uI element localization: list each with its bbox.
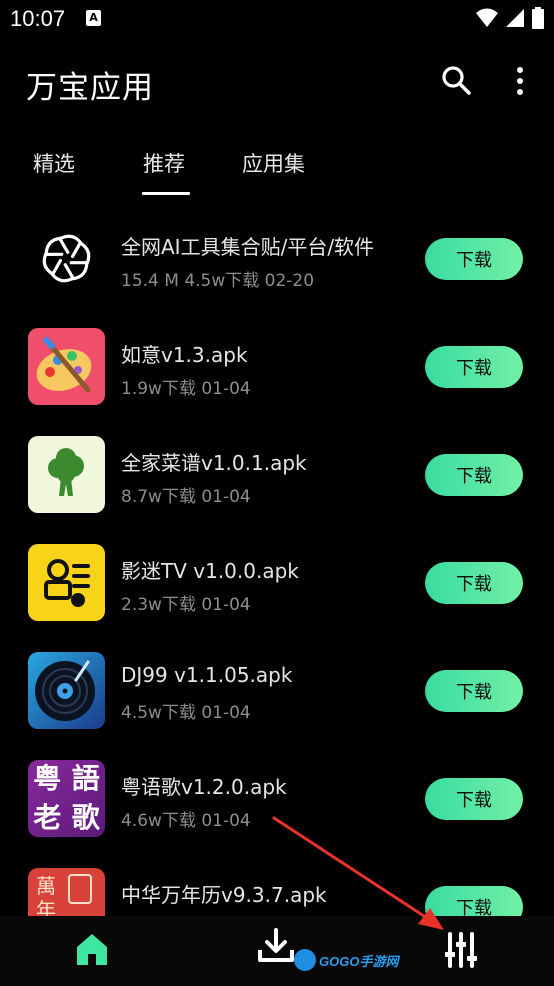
tab-app-collections[interactable]: 应用集 (242, 148, 305, 178)
download-button[interactable]: 下载 (425, 562, 523, 604)
download-button[interactable]: 下载 (425, 670, 523, 712)
app-meta: 8.7w下载 01-04 (121, 487, 251, 507)
chinese-calendar-icon: 萬年 (28, 868, 105, 916)
list-item[interactable]: 全家菜谱v1.0.1.apk 8.7w下载 01-04 下载 (0, 416, 554, 524)
icon-text: 萬年 (36, 874, 56, 916)
bottom-nav: GOGO手游网 (0, 916, 554, 986)
app-meta: 4.6w下载 01-04 (121, 811, 251, 831)
category-tabs: 精选 推荐 应用集 (0, 130, 554, 196)
watermark: GOGO手游网 (294, 949, 398, 971)
cantonese-songs-logo-icon: 粤 語 老 歌 (28, 760, 105, 837)
gogo-logo-icon (294, 949, 316, 971)
battery-icon (532, 7, 544, 29)
icon-char: 歌 (71, 800, 100, 834)
list-item[interactable]: 影迷TV v1.0.0.apk 2.3w下载 01-04 下载 (0, 524, 554, 632)
list-item[interactable]: 全网AI工具集合贴/平台/软件 15.4 M 4.5w下载 02-20 下载 (0, 200, 554, 308)
broccoli-icon (28, 436, 105, 513)
app-meta: 1.9w下载 01-04 (121, 379, 251, 399)
tab-indicator (142, 192, 190, 195)
tab-recommended[interactable]: 推荐 (143, 148, 185, 178)
download-icon[interactable] (258, 928, 294, 964)
yingmi-tv-logo-icon (28, 544, 105, 621)
app-name: 影迷TV v1.0.0.apk (121, 559, 299, 583)
list-item[interactable]: DJ99 v1.1.05.apk 4.5w下载 01-04 下载 (0, 632, 554, 740)
app-meta: 15.4 M 4.5w下载 02-20 (121, 271, 315, 291)
download-button[interactable]: 下载 (425, 346, 523, 388)
icon-char: 粤 (33, 762, 62, 795)
icon-char: 語 (71, 762, 100, 795)
app-name: 全家菜谱v1.0.1.apk (121, 451, 307, 475)
openai-logo-icon (28, 220, 105, 297)
wifi-icon (476, 8, 498, 27)
download-button[interactable]: 下载 (425, 886, 523, 916)
signal-icon (506, 9, 524, 27)
status-time: 10:07 (10, 6, 66, 31)
more-vertical-icon[interactable] (508, 66, 532, 96)
download-button[interactable]: 下载 (425, 454, 523, 496)
download-button[interactable]: 下载 (425, 238, 523, 280)
paint-palette-icon (28, 328, 105, 405)
system-status-icons (476, 7, 544, 29)
app-meta: 2.3w下载 01-04 (121, 595, 251, 615)
status-bar: 10:07 A (0, 0, 554, 38)
list-item[interactable]: 萬年 中华万年历v9.3.7.apk 下载 (0, 848, 554, 916)
download-button[interactable]: 下载 (425, 778, 523, 820)
search-icon[interactable] (440, 64, 472, 96)
app-name: 粤语歌v1.2.0.apk (121, 775, 287, 799)
sliders-icon[interactable] (444, 932, 478, 968)
list-item[interactable]: 如意v1.3.apk 1.9w下载 01-04 下载 (0, 308, 554, 416)
app-name: 中华万年历v9.3.7.apk (121, 883, 327, 907)
app-name: DJ99 v1.1.05.apk (121, 663, 293, 687)
app-meta: 4.5w下载 01-04 (121, 703, 251, 723)
vinyl-record-icon (28, 652, 105, 729)
watermark-text: GOGO手游网 (319, 953, 399, 969)
app-list[interactable]: 全网AI工具集合贴/平台/软件 15.4 M 4.5w下载 02-20 下载 如… (0, 200, 554, 916)
home-icon[interactable] (76, 932, 108, 966)
tab-featured[interactable]: 精选 (33, 148, 75, 178)
app-name: 如意v1.3.apk (121, 343, 248, 367)
icon-char: 老 (33, 800, 62, 834)
notification-icon: A (86, 10, 101, 26)
list-item[interactable]: 粤 語 老 歌 粤语歌v1.2.0.apk 4.6w下载 01-04 下载 (0, 740, 554, 848)
app-bar: 万宝应用 (0, 38, 554, 122)
app-title: 万宝应用 (26, 70, 154, 106)
app-name: 全网AI工具集合贴/平台/软件 (121, 235, 375, 259)
